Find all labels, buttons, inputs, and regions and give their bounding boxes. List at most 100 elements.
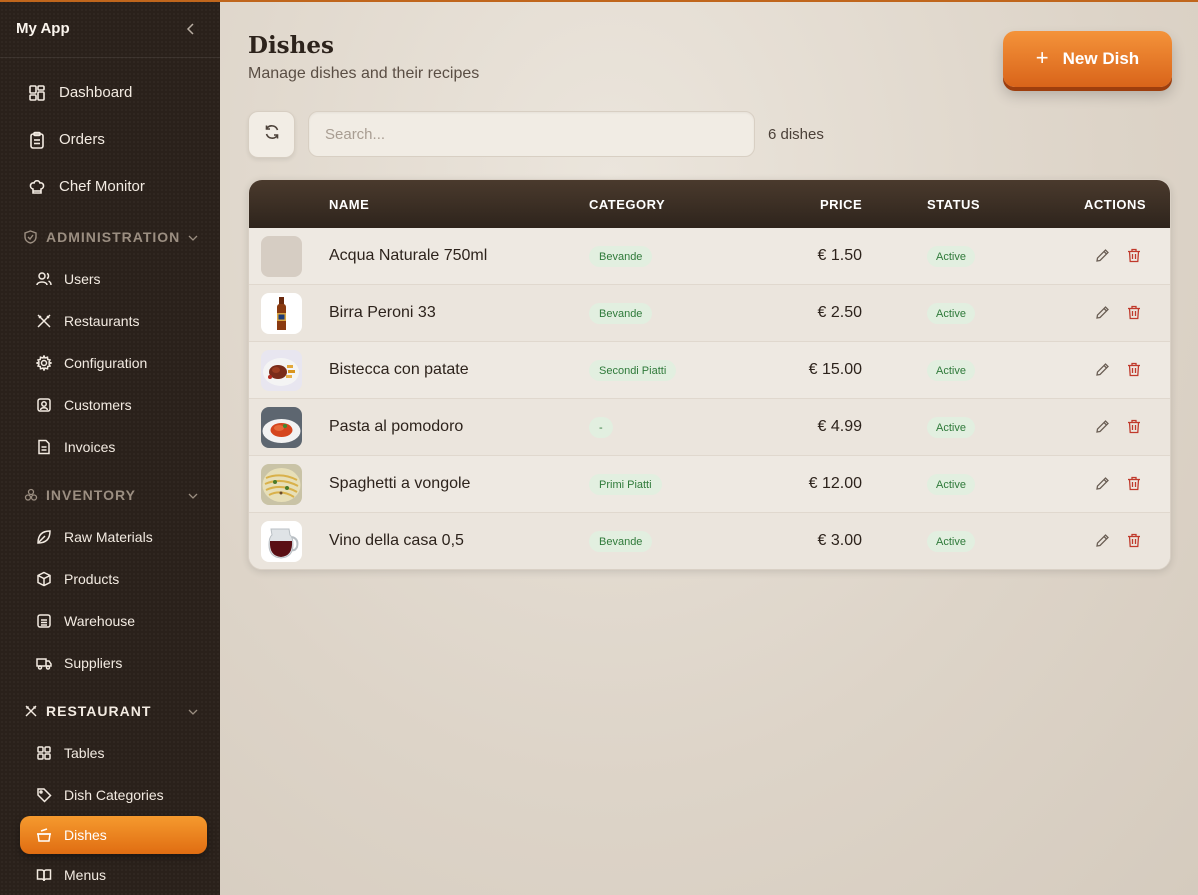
sidebar-item-invoices[interactable]: Invoices <box>0 426 220 468</box>
sidebar-item-menus[interactable]: Menus <box>0 854 220 895</box>
document-icon <box>36 439 52 455</box>
sidebar-item-label: Products <box>64 571 120 587</box>
dashboard-icon <box>28 84 46 102</box>
edit-icon[interactable] <box>1094 247 1110 263</box>
sidebar-item-raw-materials[interactable]: Raw Materials <box>0 516 220 558</box>
category-badge: Bevande <box>589 246 653 267</box>
main-content: Dishes Manage dishes and their recipes +… <box>220 0 1198 895</box>
chef-hat-icon <box>28 178 46 196</box>
edit-icon[interactable] <box>1094 418 1110 434</box>
sidebar-item-configuration[interactable]: Configuration <box>0 342 220 384</box>
section-administration[interactable]: ADMINISTRATION <box>0 216 220 258</box>
trash-icon[interactable] <box>1126 418 1142 434</box>
status-badge: Active <box>927 360 975 381</box>
dish-count: 6 dishes <box>768 126 824 143</box>
dish-name: Birra Peroni 33 <box>329 304 436 321</box>
sidebar-item-dish-categories[interactable]: Dish Categories <box>0 774 220 816</box>
sidebar-item-orders[interactable]: Orders <box>0 116 220 163</box>
column-header-category[interactable]: CATEGORY <box>589 197 665 212</box>
sidebar-item-warehouse[interactable]: Warehouse <box>0 600 220 642</box>
sidebar-item-label: Chef Monitor <box>59 178 145 195</box>
dish-name: Vino della casa 0,5 <box>329 532 464 549</box>
column-header-price[interactable]: PRICE <box>820 197 862 212</box>
table-header: NAME CATEGORY PRICE STATUS ACTIONS <box>249 180 1170 228</box>
leaf-icon <box>36 529 52 545</box>
refresh-button[interactable] <box>248 111 295 158</box>
boxes-icon <box>24 488 38 502</box>
trash-icon[interactable] <box>1126 304 1142 320</box>
sidebar-item-label: Configuration <box>64 355 148 371</box>
new-dish-button[interactable]: + New Dish <box>1003 31 1172 87</box>
category-badge: - <box>589 417 613 438</box>
sidebar-item-label: Menus <box>64 867 107 883</box>
sidebar-item-label: Customers <box>64 397 132 413</box>
tag-icon <box>36 787 52 803</box>
sidebar: My App Dashboard Orders Chef Monitor ADM… <box>0 0 220 895</box>
status-badge: Active <box>927 417 975 438</box>
edit-icon[interactable] <box>1094 475 1110 491</box>
sidebar-item-products[interactable]: Products <box>0 558 220 600</box>
search-input[interactable] <box>308 111 755 157</box>
plus-icon: + <box>1035 45 1049 70</box>
trash-icon[interactable] <box>1126 361 1142 377</box>
sidebar-item-label: Invoices <box>64 439 116 455</box>
dish-price: € 12.00 <box>808 475 862 492</box>
trash-icon[interactable] <box>1126 475 1142 491</box>
sidebar-item-label: Dishes <box>64 827 107 843</box>
dish-image-spaghetti <box>261 464 302 505</box>
table-row[interactable]: Vino della casa 0,5 Bevande € 3.00 Activ… <box>249 513 1170 569</box>
dish-image-beer-bottle <box>261 293 302 334</box>
users-icon <box>36 271 52 287</box>
column-header-status[interactable]: STATUS <box>927 197 980 212</box>
edit-icon[interactable] <box>1094 304 1110 320</box>
table-row[interactable]: Pasta al pomodoro - € 4.99 Active <box>249 399 1170 456</box>
grid-icon <box>36 745 52 761</box>
package-icon <box>36 571 52 587</box>
sidebar-item-label: Dish Categories <box>64 787 164 803</box>
trash-icon[interactable] <box>1126 247 1142 263</box>
sidebar-item-label: Users <box>64 271 101 287</box>
column-header-name[interactable]: NAME <box>329 197 369 212</box>
section-inventory[interactable]: INVENTORY <box>0 474 220 516</box>
sidebar-item-restaurants[interactable]: Restaurants <box>0 300 220 342</box>
contact-icon <box>36 397 52 413</box>
sidebar-item-dishes[interactable]: Dishes <box>20 816 207 854</box>
sidebar-item-label: Orders <box>59 131 105 148</box>
dish-price: € 15.00 <box>808 361 862 378</box>
status-badge: Active <box>927 474 975 495</box>
table-row[interactable]: Birra Peroni 33 Bevande € 2.50 Active <box>249 285 1170 342</box>
status-badge: Active <box>927 303 975 324</box>
gear-icon <box>36 355 52 371</box>
sidebar-item-label: Raw Materials <box>64 529 153 545</box>
edit-icon[interactable] <box>1094 532 1110 548</box>
section-restaurant[interactable]: RESTAURANT <box>0 690 220 732</box>
sidebar-item-customers[interactable]: Customers <box>0 384 220 426</box>
utensils-icon <box>24 704 38 718</box>
category-badge: Bevande <box>589 531 653 552</box>
chevron-left-icon[interactable] <box>184 22 198 36</box>
sidebar-item-users[interactable]: Users <box>0 258 220 300</box>
sidebar-header: My App <box>0 0 220 58</box>
table-row[interactable]: Acqua Naturale 750ml Bevande € 1.50 Acti… <box>249 228 1170 285</box>
dish-price: € 3.00 <box>817 532 862 549</box>
sidebar-item-chef-monitor[interactable]: Chef Monitor <box>0 163 220 210</box>
app-title: My App <box>16 20 70 37</box>
utensils-icon <box>36 313 52 329</box>
trash-icon[interactable] <box>1126 532 1142 548</box>
table-row[interactable]: Spaghetti a vongole Primi Piatti € 12.00… <box>249 456 1170 513</box>
sidebar-item-label: Warehouse <box>64 613 136 629</box>
sidebar-item-suppliers[interactable]: Suppliers <box>0 642 220 684</box>
dish-image-pasta <box>261 407 302 448</box>
dish-name: Acqua Naturale 750ml <box>329 247 488 264</box>
section-label: INVENTORY <box>46 487 136 503</box>
top-accent-line <box>0 0 1198 2</box>
new-dish-label: New Dish <box>1062 49 1140 68</box>
sidebar-item-dashboard[interactable]: Dashboard <box>0 69 220 116</box>
sidebar-item-tables[interactable]: Tables <box>0 732 220 774</box>
chevron-down-icon <box>188 228 198 246</box>
dish-price: € 4.99 <box>817 418 862 435</box>
edit-icon[interactable] <box>1094 361 1110 377</box>
table-row[interactable]: Bistecca con patate Secondi Piatti € 15.… <box>249 342 1170 399</box>
status-badge: Active <box>927 246 975 267</box>
dish-image-steak <box>261 350 302 391</box>
